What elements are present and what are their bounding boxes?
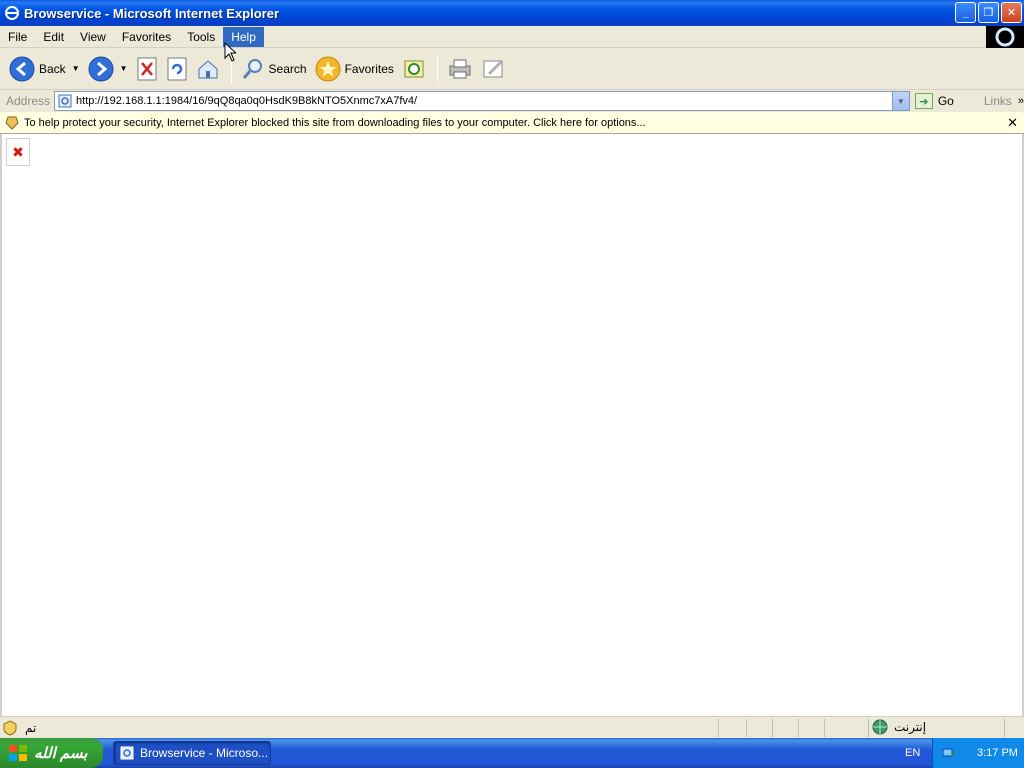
task-label: Browservice - Microso... bbox=[140, 746, 269, 760]
taskbar: بسم الله Browservice - Microso... EN 3:1… bbox=[0, 738, 1024, 768]
favorites-button[interactable]: Favorites bbox=[312, 52, 397, 86]
broken-image-icon: ✖ bbox=[6, 138, 30, 166]
address-label: Address bbox=[6, 94, 51, 108]
search-button[interactable]: Search bbox=[238, 52, 310, 86]
throbber-logo bbox=[986, 26, 1024, 48]
search-label: Search bbox=[268, 61, 307, 76]
standard-toolbar: Back ▼ ▼ Search Favorites bbox=[0, 48, 1024, 90]
zone-indicator: إنترنت bbox=[872, 719, 926, 735]
stop-button[interactable] bbox=[133, 52, 161, 86]
start-label: بسم الله bbox=[34, 745, 88, 762]
edit-page-icon bbox=[483, 60, 503, 77]
address-bar: Address http://192.168.1.1:1984/16/9qQ8q… bbox=[0, 90, 1024, 112]
back-label: Back bbox=[39, 61, 66, 76]
refresh-button[interactable] bbox=[163, 52, 191, 86]
menu-favorites[interactable]: Favorites bbox=[114, 27, 179, 47]
close-button[interactable]: ✕ bbox=[1001, 2, 1022, 23]
status-separator bbox=[868, 718, 869, 737]
address-input[interactable]: http://192.168.1.1:1984/16/9qQ8qa0q0HsdK… bbox=[54, 91, 910, 111]
back-button[interactable]: Back ▼ bbox=[6, 52, 83, 86]
status-separator bbox=[746, 718, 747, 737]
refresh-icon bbox=[167, 57, 187, 80]
menu-file[interactable]: File bbox=[0, 27, 35, 47]
status-text: تم bbox=[25, 720, 37, 735]
status-separator bbox=[824, 718, 825, 737]
zone-text: إنترنت bbox=[894, 720, 927, 734]
history-button[interactable] bbox=[399, 52, 429, 86]
windows-logo-icon bbox=[9, 745, 27, 761]
links-chevron-icon[interactable]: » bbox=[1018, 95, 1024, 107]
menu-tools[interactable]: Tools bbox=[179, 27, 223, 47]
page-content: ✖ bbox=[0, 134, 1024, 716]
restore-button[interactable]: ❐ bbox=[978, 2, 999, 23]
system-tray: 3:17 PM bbox=[932, 738, 1024, 768]
status-separator bbox=[718, 718, 719, 737]
security-shield-icon bbox=[3, 719, 17, 736]
window-title: Browservice - Microsoft Internet Explore… bbox=[24, 5, 280, 21]
start-button[interactable]: بسم الله bbox=[0, 738, 103, 768]
status-separator bbox=[798, 718, 799, 737]
edit-button[interactable] bbox=[478, 52, 510, 86]
toolbar-separator bbox=[436, 53, 438, 84]
network-icon[interactable] bbox=[941, 745, 957, 761]
menu-view[interactable]: View bbox=[72, 27, 114, 47]
infobar-close-icon[interactable]: ✕ bbox=[1007, 115, 1018, 131]
address-dropdown-icon[interactable]: ▼ bbox=[891, 92, 909, 110]
back-dropdown-icon[interactable]: ▼ bbox=[72, 64, 80, 73]
menu-edit[interactable]: Edit bbox=[35, 27, 72, 47]
forward-button[interactable]: ▼ bbox=[85, 52, 131, 86]
minimize-button[interactable]: _ bbox=[955, 2, 976, 23]
clock[interactable]: 3:17 PM bbox=[977, 747, 1018, 759]
mouse-cursor-icon bbox=[224, 42, 236, 62]
language-indicator[interactable]: EN bbox=[905, 747, 920, 759]
links-button[interactable]: Links bbox=[984, 94, 1012, 108]
internet-globe-icon bbox=[872, 719, 888, 735]
back-arrow-icon bbox=[9, 56, 35, 81]
forward-arrow-icon bbox=[88, 56, 114, 81]
home-icon bbox=[198, 59, 218, 78]
go-arrow-icon: ➔ bbox=[914, 93, 933, 109]
address-url: http://192.168.1.1:1984/16/9qQ8qa0q0HsdK… bbox=[76, 95, 418, 107]
go-label: Go bbox=[937, 94, 954, 108]
stop-icon bbox=[137, 57, 157, 80]
status-separator bbox=[1004, 718, 1005, 737]
title-bar: Browservice - Microsoft Internet Explore… bbox=[0, 0, 1024, 26]
ie-window-icon bbox=[120, 746, 134, 760]
search-icon bbox=[242, 58, 262, 79]
status-bar: تم إنترنت bbox=[0, 716, 1024, 738]
print-icon bbox=[449, 59, 471, 78]
favorites-star-icon bbox=[315, 56, 341, 81]
taskbar-item-browservice[interactable]: Browservice - Microso... bbox=[113, 741, 271, 765]
home-button[interactable] bbox=[193, 52, 223, 86]
status-separator bbox=[772, 718, 773, 737]
information-bar[interactable]: To help protect your security, Internet … bbox=[0, 112, 1024, 134]
page-icon bbox=[58, 94, 72, 108]
history-icon bbox=[404, 60, 424, 77]
print-button[interactable] bbox=[444, 52, 476, 86]
download-blocked-icon bbox=[5, 116, 19, 130]
forward-dropdown-icon[interactable]: ▼ bbox=[120, 64, 128, 73]
ie-icon bbox=[5, 6, 19, 20]
go-button[interactable]: ➔ Go bbox=[914, 93, 954, 109]
infobar-message: To help protect your security, Internet … bbox=[24, 116, 646, 129]
favorites-label: Favorites bbox=[344, 61, 394, 76]
windows-throbber-icon bbox=[995, 27, 1015, 47]
menu-bar: File Edit View Favorites Tools Help bbox=[0, 26, 1024, 48]
